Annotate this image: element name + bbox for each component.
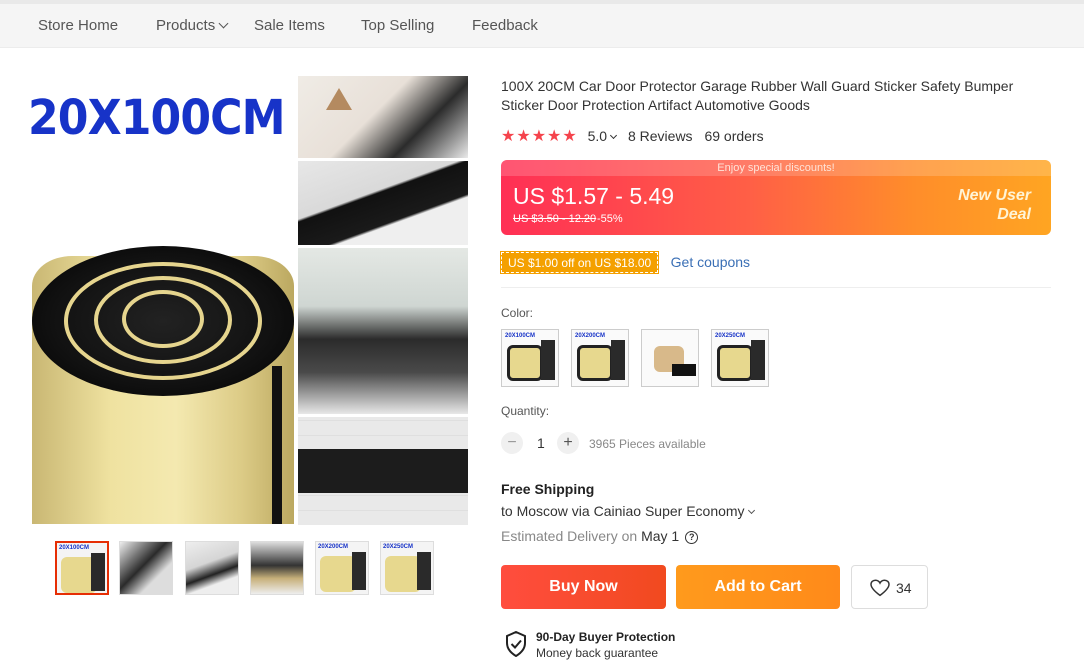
roll-image [577,345,613,381]
nav-top-selling[interactable]: Top Selling [361,17,434,34]
color-option-4[interactable]: 20X250CM [711,329,769,387]
quantity-value[interactable]: 1 [537,435,545,451]
thumbnail-6[interactable]: 20X250CM [380,541,434,595]
store-nav-bar: Store Home Products Sale Items Top Selli… [0,0,1084,48]
roll-ring [122,290,204,348]
thumbnail-2[interactable] [119,541,173,595]
thumbnail-label: 20X250CM [383,544,414,550]
color-option-3[interactable] [641,329,699,387]
deal-line-1: New User [958,187,1031,204]
section-divider [501,287,1051,288]
estimated-delivery-label: Estimated Delivery on [501,528,638,544]
heart-icon [870,579,890,597]
roll-edge [272,366,282,524]
thumbnail-4[interactable] [250,541,304,595]
color-label: Color: [501,306,534,320]
thumbnail-label: 20X200CM [318,544,349,550]
main-product-image[interactable]: 20X100CM [24,76,296,524]
thumbnail-1[interactable]: 20X100CM [55,541,109,595]
color-option-2[interactable]: 20X200CM [571,329,629,387]
rating-score-value: 5.0 [587,128,608,144]
product-title: 100X 20CM Car Door Protector Garage Rubb… [501,78,1014,113]
reviews-link[interactable]: 8 Reviews [628,128,693,144]
get-coupons-link[interactable]: Get coupons [671,254,750,270]
pieces-available: 3965 Pieces available [589,437,706,451]
quantity-decrease-button[interactable]: − [501,432,523,454]
price-range: US $1.57 - 5.49 [513,183,675,209]
nav-products[interactable]: Products [156,17,229,34]
side-image-4[interactable] [298,417,468,525]
main-image-size-label: 20X100CM [28,90,286,146]
swatch-label: 20X250CM [715,333,746,339]
nav-feedback[interactable]: Feedback [472,17,538,34]
roll-image [320,556,356,592]
thumbnail-5[interactable]: 20X200CM [315,541,369,595]
shipping-method-selector[interactable]: to Moscow via Cainiao Super Economy [501,503,755,519]
add-to-cart-button[interactable]: Add to Cart [676,565,840,609]
chevron-down-icon [218,18,229,29]
money-back-guarantee: Money back guarantee [536,646,659,660]
star-rating-icon: ★★★★★ [501,128,578,145]
strip-image [672,364,696,376]
coupon-tag[interactable]: US $1.00 off on US $18.00 [499,251,660,274]
nav-sale-items[interactable]: Sale Items [254,17,325,34]
shipping-method: to Moscow via Cainiao Super Economy [501,503,745,519]
price-banner: Enjoy special discounts! US $1.57 - 5.49… [501,160,1051,235]
warning-icon [326,88,352,110]
door-image [417,552,431,590]
original-price: US $3.50 - 12.20 [513,213,597,225]
rating-row: ★★★★★ 5.0 8 Reviews 69 orders [501,126,764,145]
nav-store-home[interactable]: Store Home [38,17,118,34]
orders-count: 69 orders [704,128,764,144]
door-image [751,340,765,380]
buyer-protection-title: 90-Day Buyer Protection [536,630,676,644]
swatch-label: 20X200CM [575,333,606,339]
estimated-delivery: Estimated Delivery on May 1? [501,528,699,545]
rating-score[interactable]: 5.0 [587,128,618,144]
color-option-1[interactable]: 20X100CM [501,329,559,387]
door-image [352,552,366,590]
quantity-label: Quantity: [501,404,550,418]
door-image [541,340,555,380]
door-image [611,340,625,380]
discount-percent: -55% [597,213,623,225]
coupon-row: US $1.00 off on US $18.00 Get coupons [499,251,750,274]
thumbnail-label: 20X100CM [59,545,90,551]
deal-line-2: Deal [997,206,1031,223]
new-user-deal-badge: New User Deal [921,186,1031,224]
chevron-down-icon [610,131,618,140]
help-icon[interactable]: ? [685,531,699,544]
door-image [91,553,105,591]
nav-products-label: Products [156,17,216,34]
thumbnail-3[interactable] [185,541,239,595]
swatch-label: 20X100CM [505,333,536,339]
wall-guard-band [298,449,468,493]
wishlist-button[interactable]: 34 [851,565,928,609]
roll-image [717,345,753,381]
shield-check-icon [506,631,526,657]
side-image-3[interactable] [298,248,468,414]
free-shipping-title: Free Shipping [501,481,595,497]
roll-image [507,345,543,381]
delivery-date: May 1 [641,528,680,544]
side-image-2[interactable] [298,161,468,245]
wishlist-count: 34 [896,580,912,596]
side-image-1[interactable] [298,76,468,158]
discount-strip: Enjoy special discounts! [501,160,1051,176]
buy-now-button[interactable]: Buy Now [501,565,666,609]
chevron-down-icon [747,506,755,515]
roll-image [385,556,421,592]
quantity-increase-button[interactable]: + [557,432,579,454]
